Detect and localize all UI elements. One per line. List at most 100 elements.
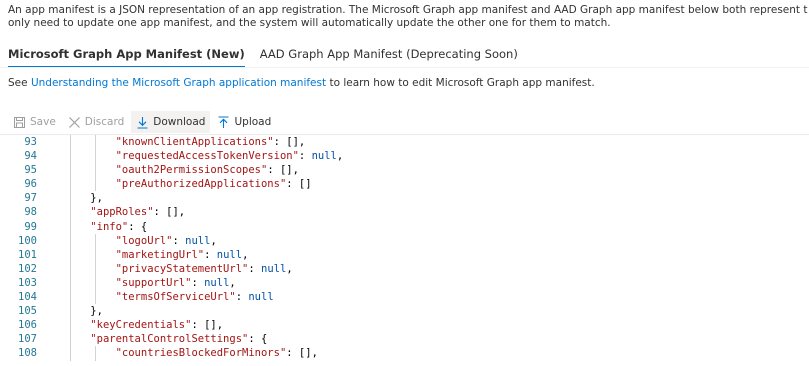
code-text: }, — [90, 191, 103, 205]
indent-guide — [95, 233, 97, 248]
json-literal: null — [204, 276, 230, 289]
indent-guide — [70, 149, 71, 164]
indent-guide — [95, 261, 97, 276]
code-text: "preAuthorizedApplications": [] — [116, 177, 312, 191]
indent-guide — [95, 163, 97, 178]
help-text-suffix: to learn how to edit Microsoft Graph app… — [326, 77, 595, 89]
line-number: 96 — [24, 178, 37, 191]
indent-guide — [95, 247, 97, 262]
json-literal: null — [261, 262, 287, 275]
code-text: }, — [90, 304, 103, 318]
indent-guide — [70, 163, 71, 178]
save-button[interactable]: Save — [8, 111, 61, 133]
save-label: Save — [30, 116, 56, 128]
json-punctuation: : [], — [191, 319, 224, 332]
code-line: 100 "logoUrl": null, — [10, 233, 809, 248]
discard-label: Discard — [84, 116, 125, 128]
line-number: 107 — [18, 333, 37, 346]
code-text: "parentalControlSettings": { — [90, 332, 267, 346]
json-key: "termsOfServiceUrl" — [115, 291, 236, 304]
json-punctuation: : [] — [286, 178, 312, 191]
indent-guide — [70, 205, 71, 220]
close-icon — [68, 116, 80, 128]
manifest-description: An app manifest is a JSON representation… — [8, 4, 808, 30]
help-text-prefix: See — [8, 77, 31, 89]
json-punctuation: : — [191, 276, 205, 289]
json-punctuation: : — [248, 262, 262, 275]
json-punctuation: , — [242, 248, 249, 261]
manifest-help-link[interactable]: Understanding the Microsoft Graph applic… — [31, 77, 326, 89]
json-punctuation: : [], — [267, 164, 299, 177]
line-number: 93 — [24, 136, 37, 148]
json-punctuation: }, — [90, 192, 103, 205]
json-key: "logoUrl" — [115, 234, 173, 247]
json-literal: null — [185, 234, 211, 247]
code-line: 97}, — [10, 191, 809, 206]
indent-guide — [70, 346, 71, 361]
indent-guide — [95, 177, 97, 192]
tab-aad-graph-manifest[interactable]: AAD Graph App Manifest (Deprecating Soon… — [260, 44, 518, 68]
upload-button[interactable]: Upload — [212, 111, 276, 133]
indent-guide — [70, 177, 71, 192]
line-number: 103 — [18, 276, 37, 289]
line-number: 95 — [24, 164, 37, 177]
code-text: "privacyStatementUrl": null, — [116, 262, 293, 276]
manifest-code-editor[interactable]: 93 "knownClientApplications": [], 94 "reque… — [10, 135, 809, 366]
json-key: "keyCredentials" — [90, 319, 192, 332]
line-number: 105 — [18, 305, 37, 318]
code-text: "appRoles": [], — [90, 205, 185, 219]
json-literal: null — [311, 150, 337, 163]
code-text: "countriesBlockedForMinors": [], — [116, 346, 318, 360]
json-key: "privacyStatementUrl" — [115, 262, 249, 275]
indent-guide — [95, 346, 97, 361]
indent-guide — [95, 290, 97, 305]
indent-guide — [70, 261, 71, 276]
code-text: "marketingUrl": null, — [116, 248, 249, 262]
download-icon — [137, 116, 148, 129]
json-punctuation: : — [235, 291, 249, 304]
indent-guide — [95, 275, 97, 291]
code-text: "keyCredentials": [], — [90, 318, 223, 332]
indent-guide — [95, 149, 97, 164]
json-key: "supportUrl" — [115, 276, 192, 289]
json-literal: null — [216, 248, 243, 261]
indent-guide — [70, 247, 71, 262]
tab-microsoft-graph-manifest[interactable]: Microsoft Graph App Manifest (New) — [8, 44, 245, 68]
json-key: "knownClientApplications" — [115, 136, 274, 148]
code-line: 96 "preAuthorizedApplications": [] — [10, 177, 809, 192]
line-number: 98 — [24, 206, 37, 219]
json-key: "info" — [90, 220, 129, 233]
json-key: "countriesBlockedForMinors" — [115, 347, 287, 360]
indent-guide — [70, 290, 71, 305]
code-line: 102 "privacyStatementUrl": null, — [10, 261, 809, 276]
json-literal: null — [248, 291, 274, 304]
line-number: 94 — [24, 150, 37, 163]
line-number: 101 — [18, 248, 37, 261]
discard-button[interactable]: Discard — [63, 111, 129, 133]
json-punctuation: : — [298, 150, 312, 163]
description-line-2: only need to update one app manifest, an… — [8, 17, 611, 29]
upload-label: Upload — [234, 116, 272, 128]
json-key: "requestedAccessTokenVersion" — [115, 150, 299, 163]
indent-guide — [70, 275, 71, 291]
code-line: 93 "knownClientApplications": [], — [10, 135, 809, 150]
indent-guide — [70, 219, 71, 234]
json-punctuation: }, — [90, 305, 103, 318]
save-icon — [14, 116, 25, 128]
code-line: 106 "keyCredentials": [], — [10, 318, 809, 333]
download-button[interactable]: Download — [131, 111, 211, 133]
code-text: "supportUrl": null, — [116, 276, 236, 290]
download-label: Download — [153, 116, 206, 128]
json-punctuation: : — [204, 248, 217, 261]
json-key: "preAuthorizedApplications" — [115, 178, 287, 191]
line-number: 108 — [18, 347, 37, 360]
code-line: 103 "supportUrl": null, — [10, 275, 809, 291]
code-text: "knownClientApplications": [], — [116, 135, 306, 149]
description-line-1: An app manifest is a JSON representation… — [8, 4, 808, 16]
code-line: 98 "appRoles": [], — [10, 205, 809, 220]
line-number: 104 — [18, 291, 37, 304]
line-number: 102 — [18, 262, 37, 275]
code-line: 95 "oauth2PermissionScopes": [], — [10, 163, 809, 178]
code-line: 99 "info": { — [10, 219, 809, 234]
indent-guide — [70, 318, 71, 333]
